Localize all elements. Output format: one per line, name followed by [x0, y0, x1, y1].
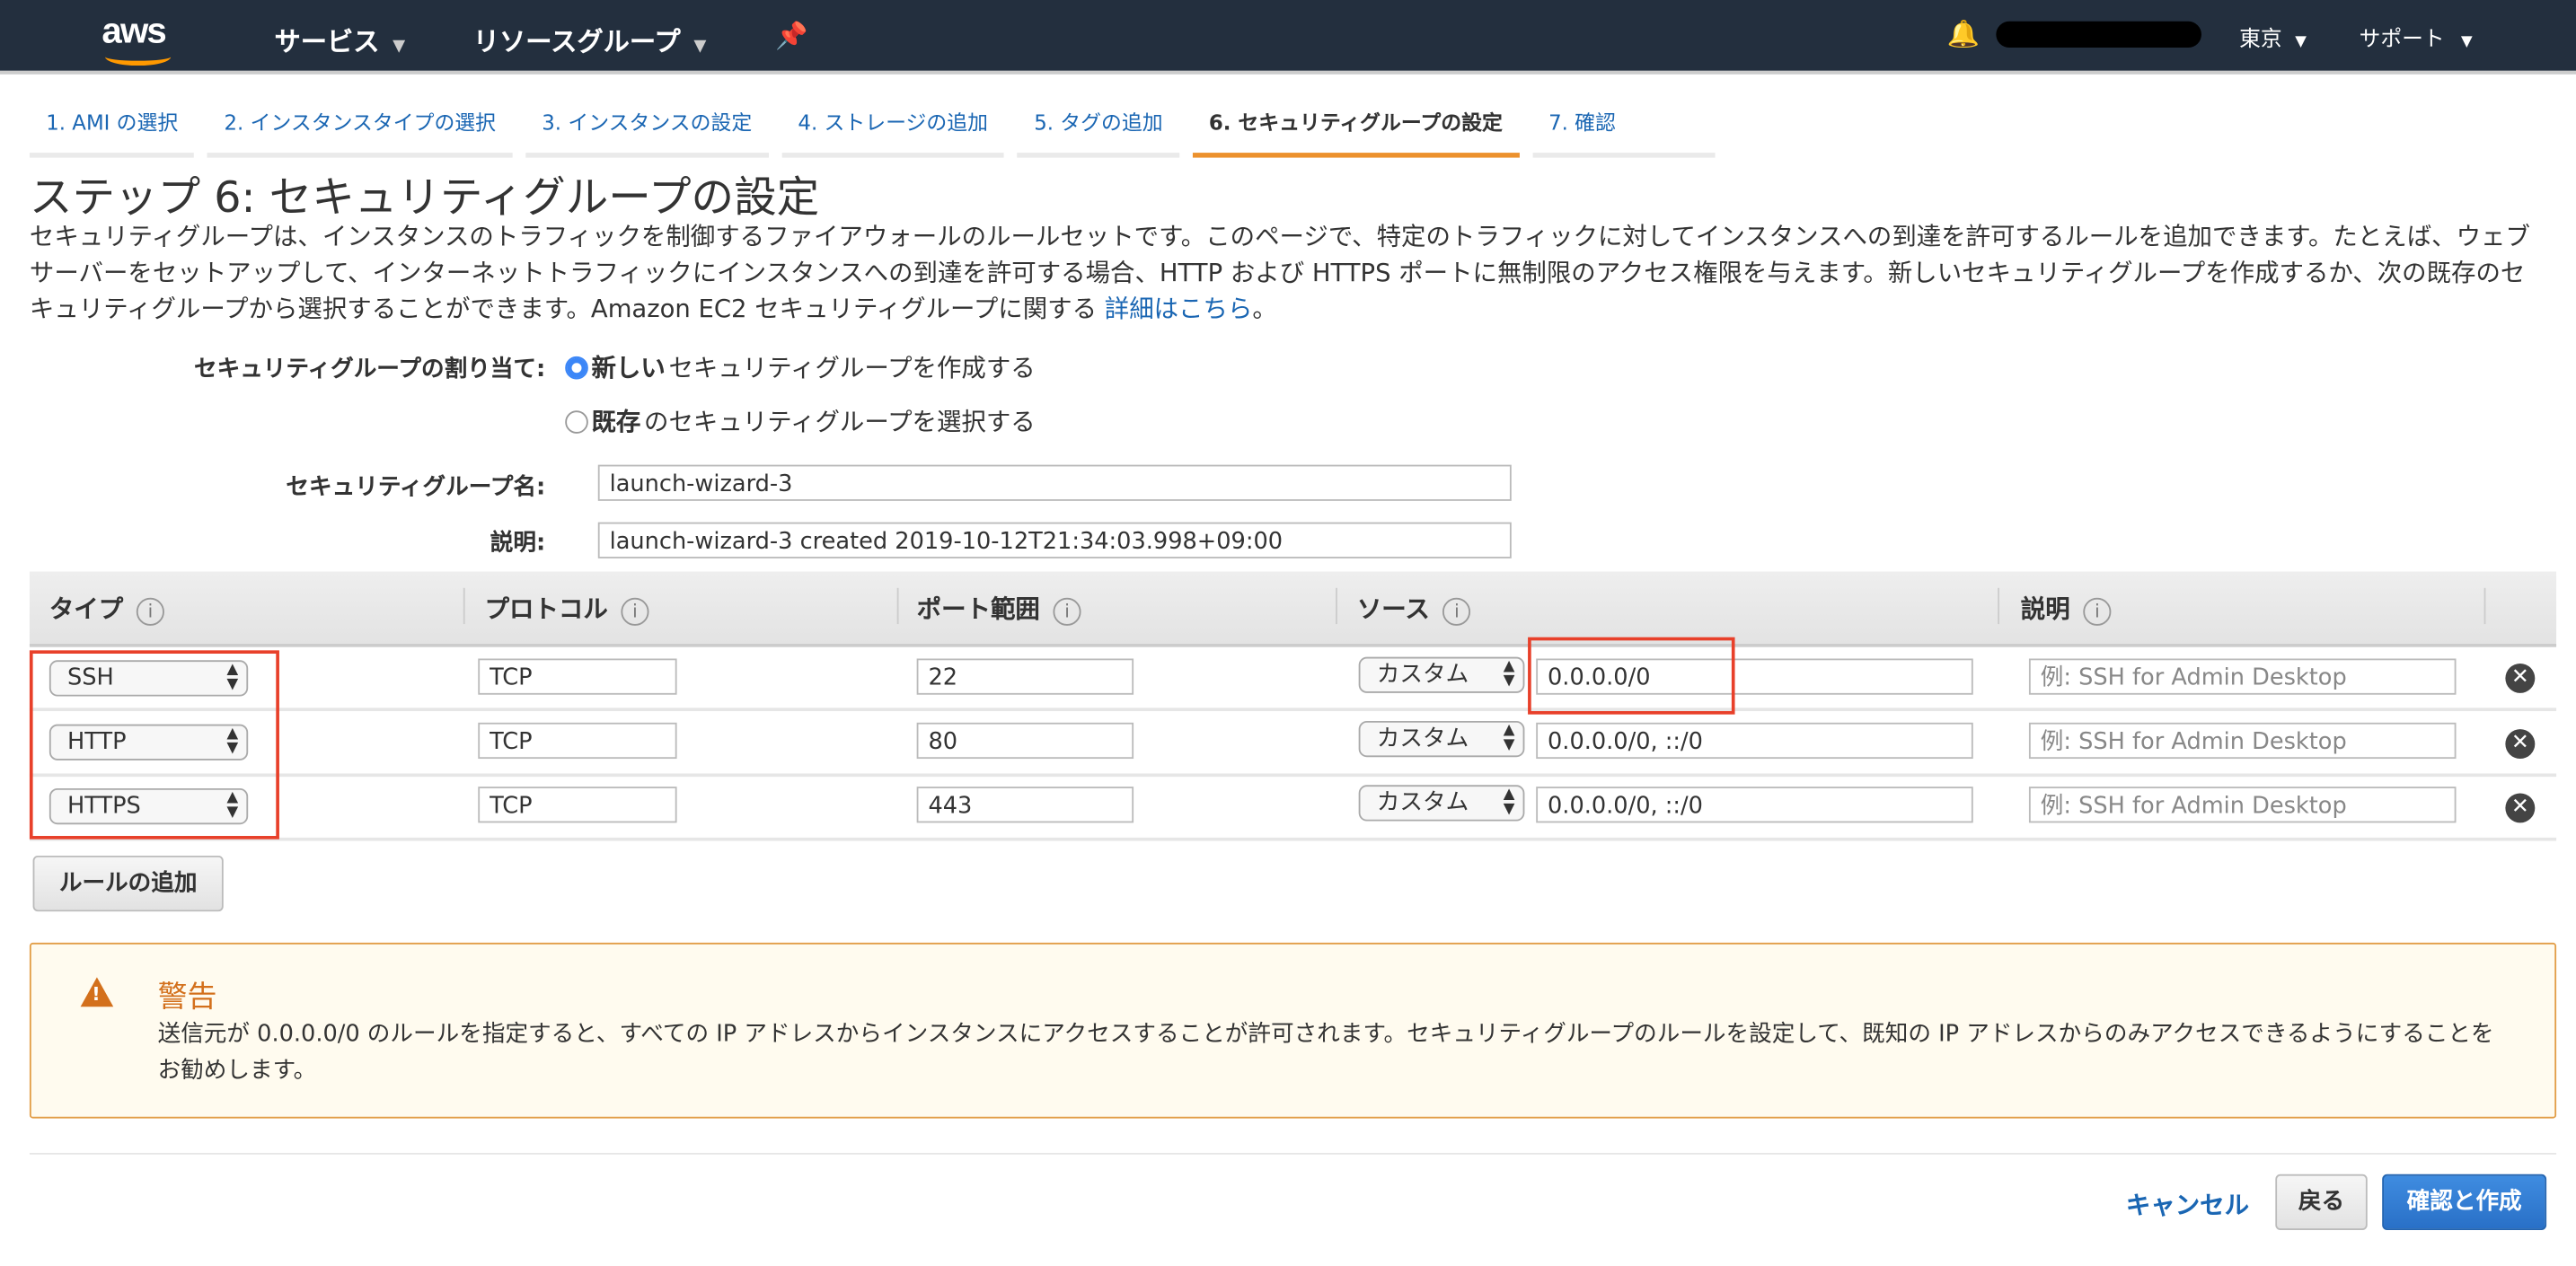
header-type: タイプi [49, 591, 164, 625]
step-1[interactable]: 1. AMI の選択 [30, 99, 195, 158]
rule-desc-input[interactable]: 例: SSH for Admin Desktop [2029, 658, 2457, 694]
chevron-down-icon: ▼ [693, 38, 706, 56]
header-protocol: プロトコルi [485, 591, 649, 625]
support-label: サポート [2360, 28, 2445, 52]
remove-rule-icon[interactable]: ✕ [2505, 793, 2535, 822]
top-nav: aws サービス ▼ リソースグループ ▼ 📌 🔔 東京 ▼ サポート ▼ [0, 0, 2576, 74]
aws-logo[interactable]: aws [101, 10, 165, 53]
step-2[interactable]: 2. インスタンスタイプの選択 [207, 99, 512, 158]
source-type-select[interactable]: カスタム▲▼ [1359, 721, 1525, 757]
table-row: HTTP▲▼ TCP 80 カスタム▲▼ 0.0.0.0/0, ::/0 例: … [30, 711, 2556, 777]
name-label: セキュリティグループ名: [99, 470, 546, 503]
info-icon[interactable]: i [621, 598, 648, 626]
bell-icon[interactable]: 🔔 [1946, 18, 1979, 49]
port-input[interactable]: 22 [917, 658, 1134, 694]
source-type-select[interactable]: カスタム▲▼ [1359, 785, 1525, 821]
header-description: 説明i [2021, 591, 2112, 625]
aws-smile-icon [105, 48, 171, 66]
table-row: SSH▲▼ TCP 22 カスタム▲▼ 0.0.0.0/0 例: SSH for… [30, 646, 2556, 711]
existing-rest: のセキュリティグループを選択する [644, 404, 1036, 438]
desc-label: 説明: [99, 525, 546, 558]
region-menu[interactable]: 東京 ▼ [2239, 22, 2307, 53]
page-description: セキュリティグループは、インスタンスのトラフィックを制御するファイアウォールのル… [30, 218, 2544, 327]
rule-desc-input[interactable]: 例: SSH for Admin Desktop [2029, 787, 2457, 822]
description-end: 。 [1252, 294, 1276, 323]
radio-new-group[interactable]: 新しいセキュリティグループを作成する [565, 350, 1036, 384]
protocol-input[interactable]: TCP [478, 658, 676, 694]
step-4[interactable]: 4. ストレージの追加 [781, 99, 1004, 158]
chevron-down-icon: ▼ [2295, 34, 2307, 50]
warning-icon: ! [81, 977, 114, 1007]
radio-unselected-icon[interactable] [565, 409, 588, 433]
warning-title: 警告 [158, 974, 217, 1017]
page-title: ステップ 6: セキュリティグループの設定 [30, 164, 819, 225]
table-row: HTTPS▲▼ TCP 443 カスタム▲▼ 0.0.0.0/0, ::/0 例… [30, 775, 2556, 840]
info-icon[interactable]: i [1053, 598, 1081, 626]
cancel-link[interactable]: キャンセル [2126, 1187, 2249, 1221]
highlight-source-cell [1528, 637, 1734, 715]
source-input[interactable]: 0.0.0.0/0, ::/0 [1536, 723, 1973, 759]
header-source: ソースi [1357, 591, 1471, 625]
existing-bold: 既存 [591, 404, 640, 438]
warning-body: 送信元が 0.0.0.0/0 のルールを指定すると、すべての IP アドレスから… [158, 1016, 2508, 1088]
services-menu[interactable]: サービス ▼ [274, 20, 405, 59]
support-menu[interactable]: サポート ▼ [2360, 22, 2473, 53]
rule-desc-input[interactable]: 例: SSH for Admin Desktop [2029, 723, 2457, 759]
step-7[interactable]: 7. 確認 [1532, 99, 1715, 158]
resource-groups-menu[interactable]: リソースグループ ▼ [473, 20, 707, 59]
highlight-type-column [30, 650, 279, 839]
remove-rule-icon[interactable]: ✕ [2505, 729, 2535, 759]
radio-existing-group[interactable]: 既存のセキュリティグループを選択する [565, 404, 1036, 438]
add-rule-button[interactable]: ルールの追加 [33, 856, 224, 911]
account-redacted[interactable] [1996, 22, 2201, 48]
radio-selected-icon[interactable] [565, 356, 588, 379]
source-input[interactable]: 0.0.0.0/0, ::/0 [1536, 787, 1973, 822]
info-icon[interactable]: i [1442, 598, 1470, 626]
protocol-input[interactable]: TCP [478, 723, 676, 759]
divider [30, 1153, 2556, 1155]
chevron-down-icon: ▼ [393, 38, 405, 56]
port-input[interactable]: 80 [917, 723, 1134, 759]
step-6[interactable]: 6. セキュリティグループの設定 [1193, 99, 1520, 158]
header-port: ポート範囲i [917, 591, 1081, 625]
services-label: サービス [274, 26, 379, 57]
pin-icon[interactable]: 📌 [775, 20, 807, 51]
step-3[interactable]: 3. インスタンスの設定 [525, 99, 769, 158]
info-icon[interactable]: i [2083, 598, 2111, 626]
chevron-down-icon: ▼ [2461, 34, 2473, 50]
assign-label: セキュリティグループの割り当て: [99, 351, 546, 384]
group-name-input[interactable]: launch-wizard-3 [598, 465, 1512, 501]
info-icon[interactable]: i [137, 598, 164, 626]
new-rest: セキュリティグループを作成する [668, 350, 1035, 384]
remove-rule-icon[interactable]: ✕ [2505, 664, 2535, 693]
details-link[interactable]: 詳細はこちら [1105, 294, 1253, 323]
group-desc-input[interactable]: launch-wizard-3 created 2019-10-12T21:34… [598, 523, 1512, 558]
description-text: セキュリティグループは、インスタンスのトラフィックを制御するファイアウォールのル… [30, 222, 2530, 323]
protocol-input[interactable]: TCP [478, 787, 676, 822]
rules-table-header: タイプi プロトコルi ポート範囲i ソースi 説明i [30, 572, 2556, 647]
port-input[interactable]: 443 [917, 787, 1134, 822]
review-and-launch-button[interactable]: 確認と作成 [2382, 1174, 2546, 1230]
region-label: 東京 [2239, 28, 2282, 52]
back-button[interactable]: 戻る [2275, 1174, 2367, 1230]
wizard-steps: 1. AMI の選択 2. インスタンスタイプの選択 3. インスタンスの設定 … [30, 99, 1715, 158]
source-type-select[interactable]: カスタム▲▼ [1359, 657, 1525, 693]
new-bold: 新しい [591, 350, 665, 384]
warning-box: ! 警告 送信元が 0.0.0.0/0 のルールを指定すると、すべての IP ア… [30, 943, 2556, 1119]
resource-groups-label: リソースグループ [473, 26, 681, 57]
step-5[interactable]: 5. タグの追加 [1018, 99, 1179, 158]
